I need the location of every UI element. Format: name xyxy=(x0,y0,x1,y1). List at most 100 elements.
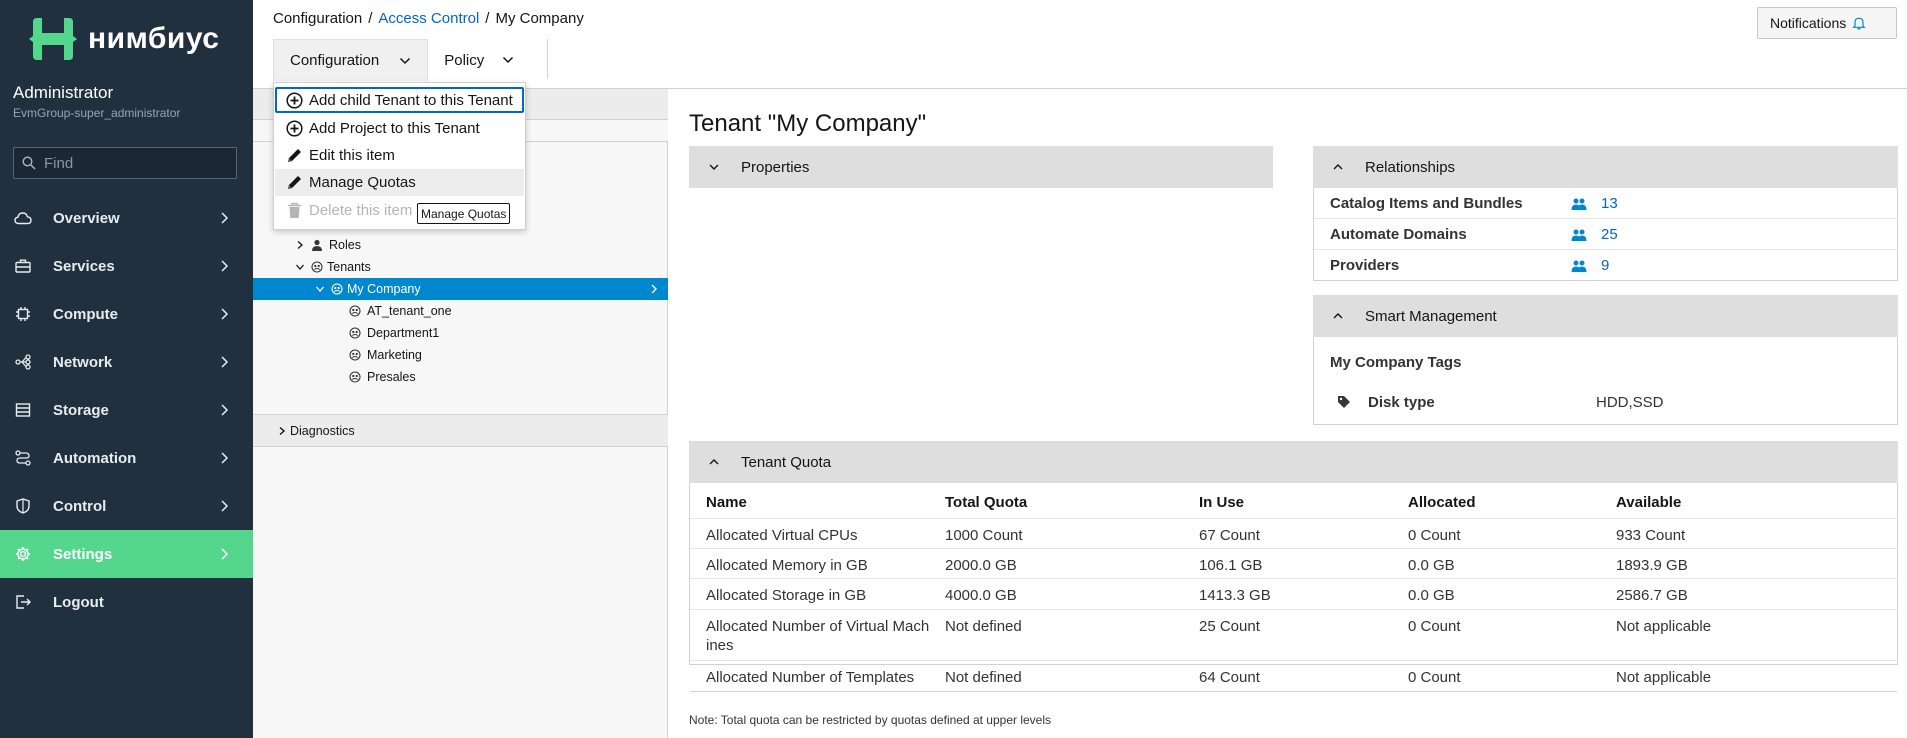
nav-label: Settings xyxy=(53,545,113,563)
nav-item-storage[interactable]: Storage xyxy=(0,386,253,434)
table-cell: 0 Count xyxy=(1408,618,1461,635)
tree-node-child[interactable]: Presales xyxy=(349,366,416,388)
menu-item-edit[interactable]: Edit this item xyxy=(275,142,524,169)
chevron-down-icon xyxy=(709,164,719,170)
chevron-down-icon[interactable] xyxy=(295,262,305,272)
menu-item-add-project[interactable]: Add Project to this Tenant xyxy=(275,115,524,142)
policy-label: Policy xyxy=(444,51,485,69)
menu-item-add-child-tenant[interactable]: Add child Tenant to this Tenant xyxy=(275,87,524,113)
tenant-quota-header[interactable]: Tenant Quota xyxy=(689,441,1898,483)
user-icon xyxy=(312,239,322,251)
chevron-right-icon xyxy=(221,548,229,560)
trash-icon xyxy=(285,202,303,220)
column-header: Name xyxy=(706,494,747,511)
breadcrumb-separator: / xyxy=(368,10,373,27)
sidebar: нимбиус Administrator EvmGroup-super_adm… xyxy=(0,0,253,738)
nav-item-network[interactable]: Network xyxy=(0,338,253,386)
tree-node-tenants[interactable]: Tenants xyxy=(295,256,371,278)
nav-item-logout[interactable]: Logout xyxy=(0,578,253,626)
tree-node-child[interactable]: Department1 xyxy=(349,322,439,344)
table-cell: 0 Count xyxy=(1408,527,1461,544)
table-row[interactable]: Catalog Items and Bundles 13 xyxy=(1314,188,1897,219)
tenant-icon xyxy=(349,327,361,339)
relationship-count-link[interactable]: 13 xyxy=(1601,195,1618,212)
table-header-row: Name Total Quota In Use Allocated Availa… xyxy=(690,483,1897,519)
chevron-right-icon[interactable] xyxy=(295,240,305,250)
chevron-down-icon[interactable] xyxy=(315,284,325,294)
nav-item-services[interactable]: Services xyxy=(0,242,253,290)
table-cell: 2586.7 GB xyxy=(1616,587,1688,604)
user-name[interactable]: Administrator xyxy=(13,83,113,103)
breadcrumb-link-access-control[interactable]: Access Control xyxy=(378,10,479,27)
accordion-label: Diagnostics xyxy=(290,423,355,438)
tag-icon xyxy=(1338,396,1350,408)
table-row[interactable]: Automate Domains 25 xyxy=(1314,219,1897,250)
tree-label: Presales xyxy=(367,370,416,384)
briefcase-icon xyxy=(14,257,32,275)
tenant-icon xyxy=(311,261,323,273)
column-header: Allocated xyxy=(1408,494,1476,511)
smart-management-panel: My Company Tags Disk type HDD,SSD xyxy=(1313,337,1898,425)
users-icon xyxy=(1571,260,1587,272)
menu-item-label: Manage Quotas xyxy=(309,174,416,191)
plus-circle-icon xyxy=(285,120,303,138)
nav-label: Control xyxy=(53,497,107,515)
logo-mark-icon xyxy=(29,18,77,60)
search-input[interactable] xyxy=(44,154,224,172)
table-cell: 933 Count xyxy=(1616,527,1686,544)
chevron-right-icon xyxy=(651,284,657,294)
tags-title: My Company Tags xyxy=(1330,354,1462,371)
relationships-header[interactable]: Relationships xyxy=(1313,146,1898,188)
nav-label: Storage xyxy=(53,401,109,419)
toolbar: Configuration Policy xyxy=(273,38,530,82)
tree-node-child[interactable]: AT_tenant_one xyxy=(349,300,452,322)
tree-label: AT_tenant_one xyxy=(367,304,452,318)
cpu-icon xyxy=(14,305,32,323)
nav-item-automation[interactable]: Automation xyxy=(0,434,253,482)
section-title: Properties xyxy=(741,158,810,176)
accordion-diagnostics[interactable]: Diagnostics xyxy=(253,414,668,447)
menu-item-manage-quotas[interactable]: Manage Quotas xyxy=(275,169,524,196)
relationships-table: Catalog Items and Bundles 13 Automate Do… xyxy=(1313,188,1898,281)
nav-label: Network xyxy=(53,353,113,371)
bell-icon xyxy=(1852,17,1867,30)
cloud-icon xyxy=(14,209,32,227)
breadcrumb-separator: / xyxy=(485,10,490,27)
relationship-count-link[interactable]: 9 xyxy=(1601,257,1609,274)
table-cell: 106.1 GB xyxy=(1199,557,1263,574)
chevron-up-icon xyxy=(709,459,719,465)
tree-label: Tenants xyxy=(327,260,371,274)
nav-label: Compute xyxy=(53,305,118,323)
chevron-down-icon xyxy=(503,56,514,64)
relationship-count-link[interactable]: 25 xyxy=(1601,226,1618,243)
brand-logo[interactable]: нимбиус xyxy=(29,18,219,60)
policy-menu-button[interactable]: Policy xyxy=(428,39,530,81)
chevron-right-icon xyxy=(221,356,229,368)
menu-item-label: Edit this item xyxy=(309,147,395,164)
breadcrumb: Configuration / Access Control / My Company xyxy=(273,10,584,27)
table-cell: 25 Count xyxy=(1199,618,1260,635)
tree-node-child[interactable]: Marketing xyxy=(349,344,422,366)
table-cell: 1000 Count xyxy=(945,527,1023,544)
notifications-button[interactable]: Notifications xyxy=(1757,7,1897,39)
tree-node-roles[interactable]: Roles xyxy=(295,234,361,256)
nav-item-control[interactable]: Control xyxy=(0,482,253,530)
table-cell: 0.0 GB xyxy=(1408,587,1455,604)
automation-icon xyxy=(14,449,32,467)
page-title: Tenant "My Company" xyxy=(689,110,927,137)
table-row[interactable]: Providers 9 xyxy=(1314,250,1897,281)
properties-header[interactable]: Properties xyxy=(689,146,1273,188)
table-row: Allocated Storage in GB 4000.0 GB 1413.3… xyxy=(690,579,1897,610)
users-icon xyxy=(1571,198,1587,210)
nav-label: Automation xyxy=(53,449,137,467)
nav-item-compute[interactable]: Compute xyxy=(0,290,253,338)
smart-management-header[interactable]: Smart Management xyxy=(1313,295,1898,337)
table-cell: 1413.3 GB xyxy=(1199,587,1271,604)
tree-label: Department1 xyxy=(367,326,440,340)
nav-item-settings[interactable]: Settings xyxy=(0,530,253,578)
tree-node-my-company[interactable]: My Company xyxy=(253,278,668,300)
tenant-icon xyxy=(349,305,361,317)
configuration-menu-button[interactable]: Configuration xyxy=(273,39,429,81)
table-row: Allocated Memory in GB 2000.0 GB 106.1 G… xyxy=(690,549,1897,579)
nav-item-overview[interactable]: Overview xyxy=(0,194,253,242)
